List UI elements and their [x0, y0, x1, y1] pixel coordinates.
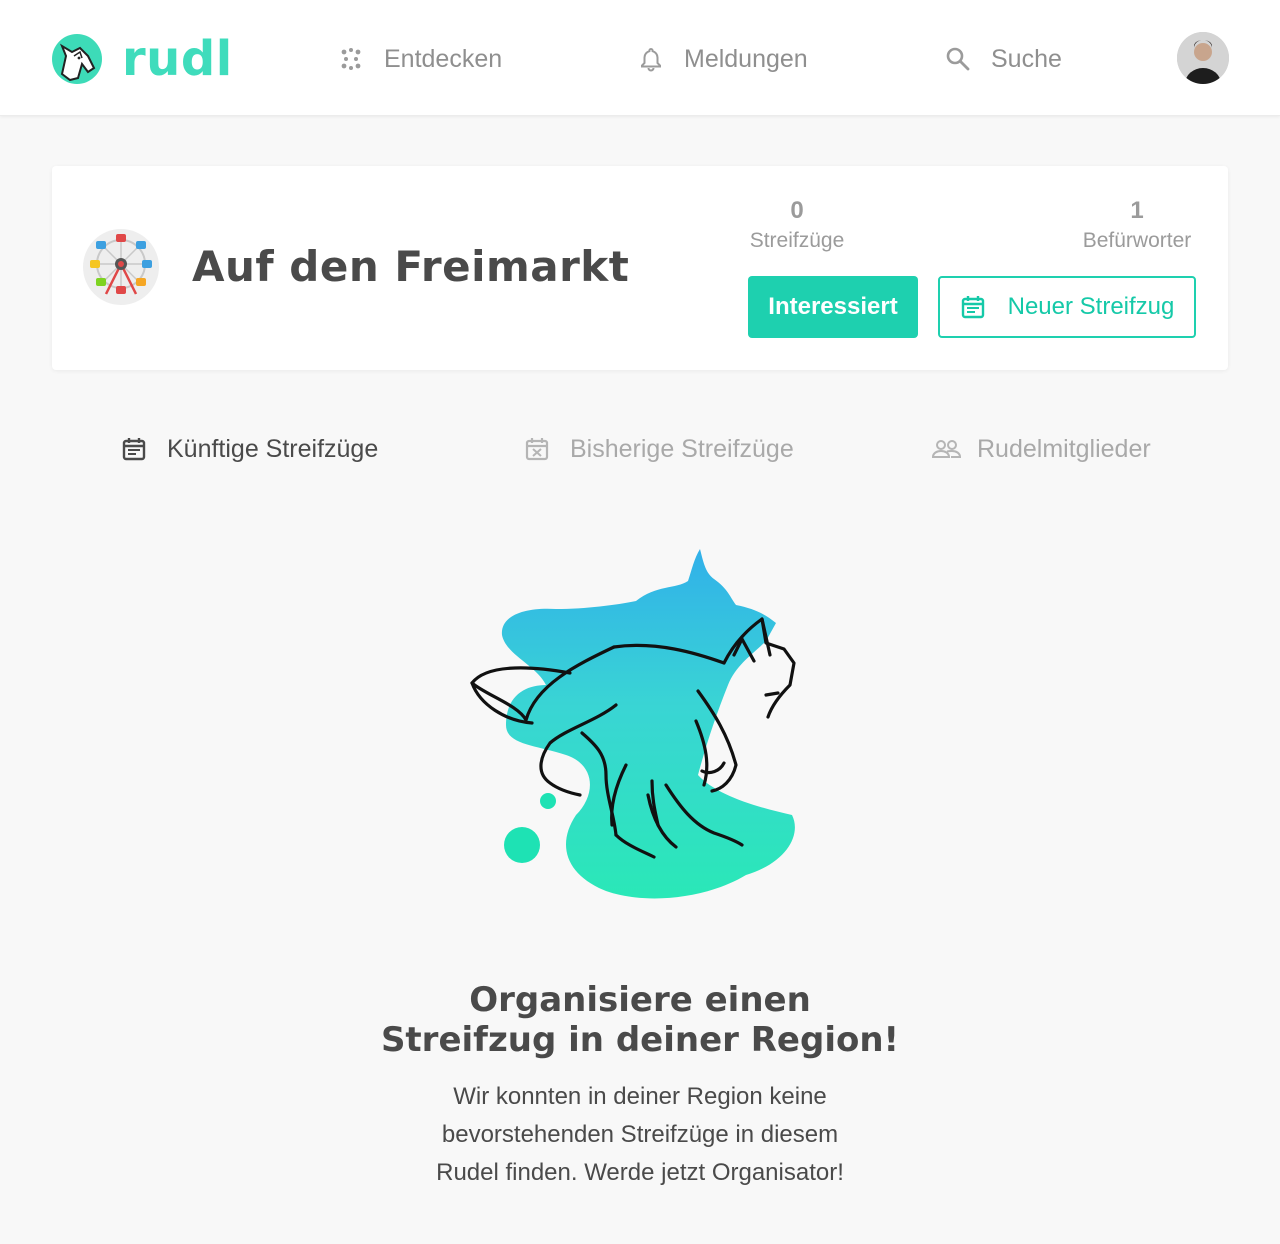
top-navigation-bar: rudl Entdecken Meldungen Suche	[0, 0, 1280, 116]
nav-notifications[interactable]: Meldungen	[638, 42, 808, 76]
tab-upcoming-label: Künftige Streifzüge	[167, 434, 379, 463]
wolf-illustration	[466, 545, 814, 905]
nav-notifications-label: Meldungen	[684, 44, 808, 73]
tab-past-label: Bisherige Streifzüge	[570, 434, 794, 463]
advocates-count-stat: 1 Befürworter	[1072, 196, 1202, 256]
wolf-logo-icon	[52, 34, 102, 84]
tab-pack-members[interactable]: Rudelmitglieder	[931, 432, 1151, 466]
people-icon	[931, 436, 962, 462]
tab-members-label: Rudelmitglieder	[977, 434, 1151, 463]
nav-search-label: Suche	[991, 44, 1062, 73]
pack-header-card: Auf den Freimarkt 0 Streifzüge 1 Befürwo…	[52, 166, 1228, 370]
pack-title: Auf den Freimarkt	[192, 242, 630, 291]
ferris-wheel-icon	[82, 228, 160, 306]
bell-icon	[638, 46, 664, 72]
calendar-icon	[960, 294, 986, 320]
raids-label: Streifzüge	[749, 229, 845, 252]
calendar-x-icon	[524, 436, 550, 462]
raids-count-stat: 0 Streifzüge	[748, 196, 846, 256]
nav-search[interactable]: Suche	[945, 42, 1062, 76]
empty-state-message: Wir konnten in deiner Region keine bevor…	[400, 1078, 880, 1192]
nav-discover[interactable]: Entdecken	[338, 42, 502, 76]
calendar-icon	[121, 436, 147, 462]
advocates-count: 1	[1130, 197, 1144, 224]
empty-state-body-line1: Wir konnten in deiner Region keine	[453, 1083, 827, 1110]
interested-button[interactable]: Interessiert	[748, 276, 918, 338]
raids-count: 0	[790, 197, 804, 224]
empty-state-body-line2: bevorstehenden Streifzüge in diesem	[441, 1121, 839, 1148]
new-raid-label: Neuer Streifzug	[1007, 293, 1175, 320]
tab-past-raids[interactable]: Bisherige Streifzüge	[524, 432, 794, 466]
advocates-label: Befürworter	[1082, 229, 1192, 252]
empty-state-body-line3: Rudel finden. Werde jetzt Organisator!	[436, 1159, 844, 1186]
empty-state-title-line1: Organisiere einen	[469, 980, 811, 1020]
brand-name: rudl	[122, 31, 233, 87]
rudl-logo[interactable]: rudl	[52, 34, 233, 84]
new-raid-button[interactable]: Neuer Streifzug	[938, 276, 1196, 338]
tab-upcoming-raids[interactable]: Künftige Streifzüge	[121, 432, 378, 466]
empty-state-title: Organisiere einen Streifzug in deiner Re…	[340, 980, 940, 1060]
dots-grid-icon	[338, 46, 364, 72]
nav-discover-label: Entdecken	[384, 44, 503, 73]
empty-state-title-line2: Streifzug in deiner Region!	[380, 1020, 900, 1060]
search-icon	[945, 46, 971, 72]
user-avatar[interactable]	[1177, 32, 1229, 84]
